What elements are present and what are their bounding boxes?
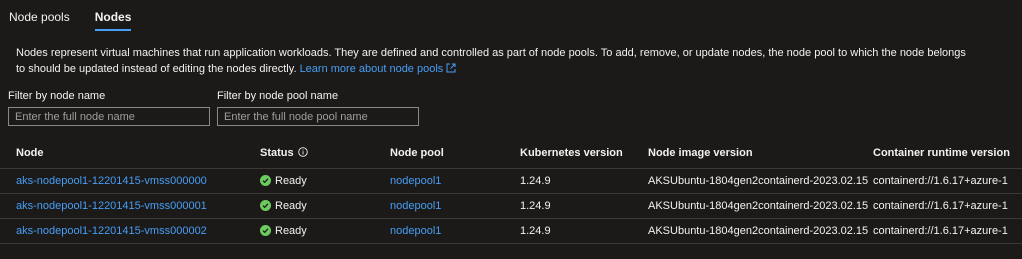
node-pool-link[interactable]: nodepool1 <box>390 219 441 243</box>
checkmark-circle-icon <box>260 225 271 236</box>
column-header-node[interactable]: Node <box>16 139 44 167</box>
learn-more-label: Learn more about node pools <box>299 63 444 75</box>
tab-bar: Node pools Nodes <box>0 0 1022 34</box>
status-cell: Ready <box>260 169 307 193</box>
column-header-status[interactable]: Status <box>260 139 308 167</box>
status-text: Ready <box>275 225 307 237</box>
filter-node-name: Filter by node name <box>8 89 210 126</box>
table-row: aks-nodepool1-12201415-vmss000001 Ready … <box>0 194 1022 219</box>
checkmark-circle-icon <box>260 200 271 211</box>
status-text: Ready <box>275 175 307 187</box>
node-name-input[interactable] <box>8 107 210 126</box>
learn-more-link[interactable]: Learn more about node pools <box>300 63 457 75</box>
node-link[interactable]: aks-nodepool1-12201415-vmss000001 <box>16 194 207 218</box>
node-image-version: AKSUbuntu-1804gen2containerd-2023.02.15 <box>648 200 869 212</box>
table-header: Node Status Node pool Kubernetes version… <box>0 139 1022 169</box>
node-pool-link[interactable]: nodepool1 <box>390 194 441 218</box>
container-runtime-version: containerd://1.6.17+azure-1 <box>873 225 1008 237</box>
tab-nodes[interactable]: Nodes <box>86 0 141 34</box>
node-link[interactable]: aks-nodepool1-12201415-vmss000000 <box>16 169 207 193</box>
status-cell: Ready <box>260 219 307 243</box>
node-image-version: AKSUbuntu-1804gen2containerd-2023.02.15 <box>648 225 869 237</box>
checkmark-circle-icon <box>260 175 271 186</box>
container-runtime-version: containerd://1.6.17+azure-1 <box>873 200 1008 212</box>
container-runtime-version: containerd://1.6.17+azure-1 <box>873 175 1008 187</box>
column-header-kubernetes-version[interactable]: Kubernetes version <box>520 139 623 167</box>
tab-node-pools[interactable]: Node pools <box>0 0 79 34</box>
table-row: aks-nodepool1-12201415-vmss000002 Ready … <box>0 219 1022 244</box>
node-pool-name-input[interactable] <box>217 107 419 126</box>
external-link-icon <box>446 63 456 73</box>
kubernetes-version: 1.24.9 <box>520 200 551 212</box>
node-link[interactable]: aks-nodepool1-12201415-vmss000002 <box>16 219 207 243</box>
status-cell: Ready <box>260 194 307 218</box>
kubernetes-version: 1.24.9 <box>520 175 551 187</box>
column-header-node-pool[interactable]: Node pool <box>390 139 444 167</box>
info-icon[interactable] <box>297 147 308 157</box>
column-header-container-runtime-version[interactable]: Container runtime version <box>873 139 1010 167</box>
nodes-panel: Node pools Nodes Nodes represent virtual… <box>0 0 1022 259</box>
filter-node-name-label: Filter by node name <box>8 90 106 102</box>
status-text: Ready <box>275 200 307 212</box>
column-header-node-image-version[interactable]: Node image version <box>648 139 753 167</box>
filter-node-pool-name: Filter by node pool name <box>217 89 419 126</box>
nodes-table: Node Status Node pool Kubernetes version… <box>0 139 1022 244</box>
node-image-version: AKSUbuntu-1804gen2containerd-2023.02.15 <box>648 175 869 187</box>
column-header-status-label: Status <box>260 147 294 159</box>
description-text: Nodes represent virtual machines that ru… <box>16 47 966 75</box>
table-row: aks-nodepool1-12201415-vmss000000 Ready … <box>0 169 1022 194</box>
filter-node-pool-name-label: Filter by node pool name <box>217 90 339 102</box>
description: Nodes represent virtual machines that ru… <box>16 45 976 77</box>
node-pool-link[interactable]: nodepool1 <box>390 169 441 193</box>
kubernetes-version: 1.24.9 <box>520 225 551 237</box>
